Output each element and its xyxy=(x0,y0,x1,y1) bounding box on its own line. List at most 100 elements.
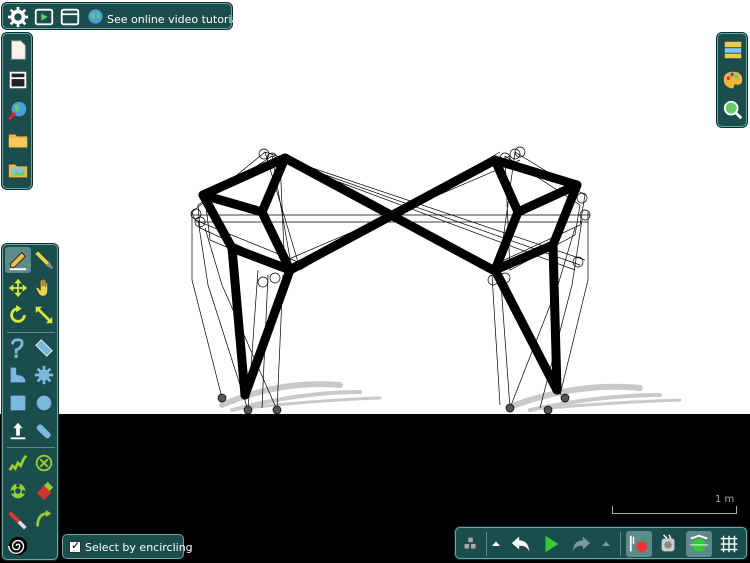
tracer-tool-button[interactable] xyxy=(31,478,57,504)
undo-history-button[interactable] xyxy=(488,531,504,557)
hinge-tool-icon xyxy=(36,424,51,439)
scale-bar xyxy=(612,506,737,514)
circle-tool-icon xyxy=(36,395,52,411)
spiral-button[interactable] xyxy=(5,533,31,559)
select-by-encircling-option[interactable]: Select by encircling xyxy=(62,534,193,559)
plane-tool-button[interactable] xyxy=(31,335,57,361)
scale-tool-icon xyxy=(35,306,53,324)
open-folder-button[interactable] xyxy=(5,127,31,153)
box-tool-button[interactable] xyxy=(5,390,31,416)
palette-icon xyxy=(723,71,743,89)
layers-button[interactable] xyxy=(720,37,746,63)
save-scene-button[interactable] xyxy=(5,67,31,93)
bottom-separator-2 xyxy=(620,532,621,556)
follow-toggle[interactable] xyxy=(686,531,712,557)
gear-tool-button[interactable] xyxy=(31,362,57,388)
drag-tool-button[interactable] xyxy=(31,275,57,301)
chain-tool-icon xyxy=(36,509,52,527)
cut-tool-button[interactable] xyxy=(31,247,57,273)
sketch-tool-button[interactable] xyxy=(5,247,31,273)
sketch-tool-icon xyxy=(9,252,27,271)
tools-separator-2 xyxy=(7,447,55,448)
new-scene-button[interactable] xyxy=(5,37,31,63)
settings-button[interactable] xyxy=(5,4,31,30)
spring-tool-button[interactable] xyxy=(5,450,31,476)
zoom-button[interactable] xyxy=(720,97,746,123)
follow-icon xyxy=(689,534,709,552)
undo-up-icon xyxy=(492,541,500,546)
rotate-tool-button[interactable] xyxy=(5,302,31,328)
palette-button[interactable] xyxy=(720,67,746,93)
scale-label: 1 m xyxy=(715,494,735,505)
grid-toggle[interactable] xyxy=(716,531,742,557)
move-tool-button[interactable] xyxy=(5,275,31,301)
rotate-tool-icon xyxy=(10,304,26,323)
play-icon xyxy=(545,535,559,553)
redo-button[interactable] xyxy=(568,531,594,557)
circle-tool-button[interactable] xyxy=(31,390,57,416)
window-button[interactable] xyxy=(57,4,83,30)
scale-tool-button[interactable] xyxy=(31,302,57,328)
spring-tool-icon xyxy=(8,454,28,472)
gear-tool-icon xyxy=(34,365,54,385)
globe-icon xyxy=(88,9,103,24)
undo-button[interactable] xyxy=(508,531,534,557)
file-toolbar xyxy=(2,33,32,189)
plane-tool-icon xyxy=(35,339,53,357)
rope-tool-button[interactable] xyxy=(5,335,31,361)
play-button[interactable] xyxy=(538,531,564,557)
polygon-tool-icon xyxy=(10,367,26,383)
shadow-right xyxy=(512,383,682,412)
hinge-tool-button[interactable] xyxy=(31,418,57,444)
redo-history-button[interactable] xyxy=(598,531,614,557)
tutorials-label: See online video tutorials xyxy=(107,13,248,26)
drag-tool-icon xyxy=(35,278,49,297)
right-toolbar xyxy=(717,33,747,127)
polygon-tool-button[interactable] xyxy=(5,362,31,388)
simulation-toolbar xyxy=(455,527,747,559)
window-icon xyxy=(60,8,80,26)
gravity-toggle[interactable] xyxy=(626,531,652,557)
open-folder-image-button[interactable] xyxy=(5,157,31,183)
fixate-tool-icon xyxy=(10,422,26,440)
save-icon xyxy=(9,71,27,89)
move-tool-icon xyxy=(8,278,28,298)
cut-tool-icon xyxy=(35,251,54,270)
axle-tool-icon xyxy=(35,454,53,472)
play-scene-icon xyxy=(34,8,54,26)
algodoo-window: 1 m See online video tutorials ✓ Select … xyxy=(0,0,750,563)
thruster-tool-button[interactable] xyxy=(5,478,31,504)
air-icon xyxy=(661,534,675,552)
bottom-separator xyxy=(486,532,487,556)
thruster-tool-icon xyxy=(10,483,26,499)
fixate-tool-button[interactable] xyxy=(5,418,31,444)
box-tool-icon xyxy=(10,395,26,411)
laser-tool-icon xyxy=(8,511,27,530)
tools-toolbar xyxy=(2,244,58,560)
tracer-tool-icon xyxy=(36,481,54,501)
gear-icon xyxy=(7,6,29,28)
browse-online-icon xyxy=(7,101,27,121)
laser-tool-button[interactable] xyxy=(5,506,31,532)
play-scene-button[interactable] xyxy=(31,4,57,30)
open-folder-icon xyxy=(8,134,28,148)
browse-online-button[interactable] xyxy=(5,97,31,123)
undo-icon xyxy=(511,536,530,552)
gravity-icon xyxy=(629,535,648,553)
new-scene-icon xyxy=(11,40,26,60)
select-by-encircling-checkbox[interactable] xyxy=(69,539,81,553)
axle-tool-button[interactable] xyxy=(31,450,57,476)
grid-icon xyxy=(720,535,738,553)
rope-tool-icon xyxy=(11,338,24,359)
air-friction-toggle[interactable] xyxy=(656,531,682,557)
walker-mechanism[interactable] xyxy=(198,153,582,400)
layers-icon xyxy=(724,41,742,59)
tools-separator xyxy=(7,332,55,333)
spiral-icon xyxy=(8,536,28,556)
apps-icon xyxy=(464,537,476,549)
chain-tool-button[interactable] xyxy=(31,506,57,532)
apps-button[interactable] xyxy=(458,531,484,557)
select-by-encircling-label: Select by encircling xyxy=(85,541,193,554)
top-toolbar: See online video tutorials xyxy=(2,3,247,30)
redo-icon xyxy=(572,536,591,552)
